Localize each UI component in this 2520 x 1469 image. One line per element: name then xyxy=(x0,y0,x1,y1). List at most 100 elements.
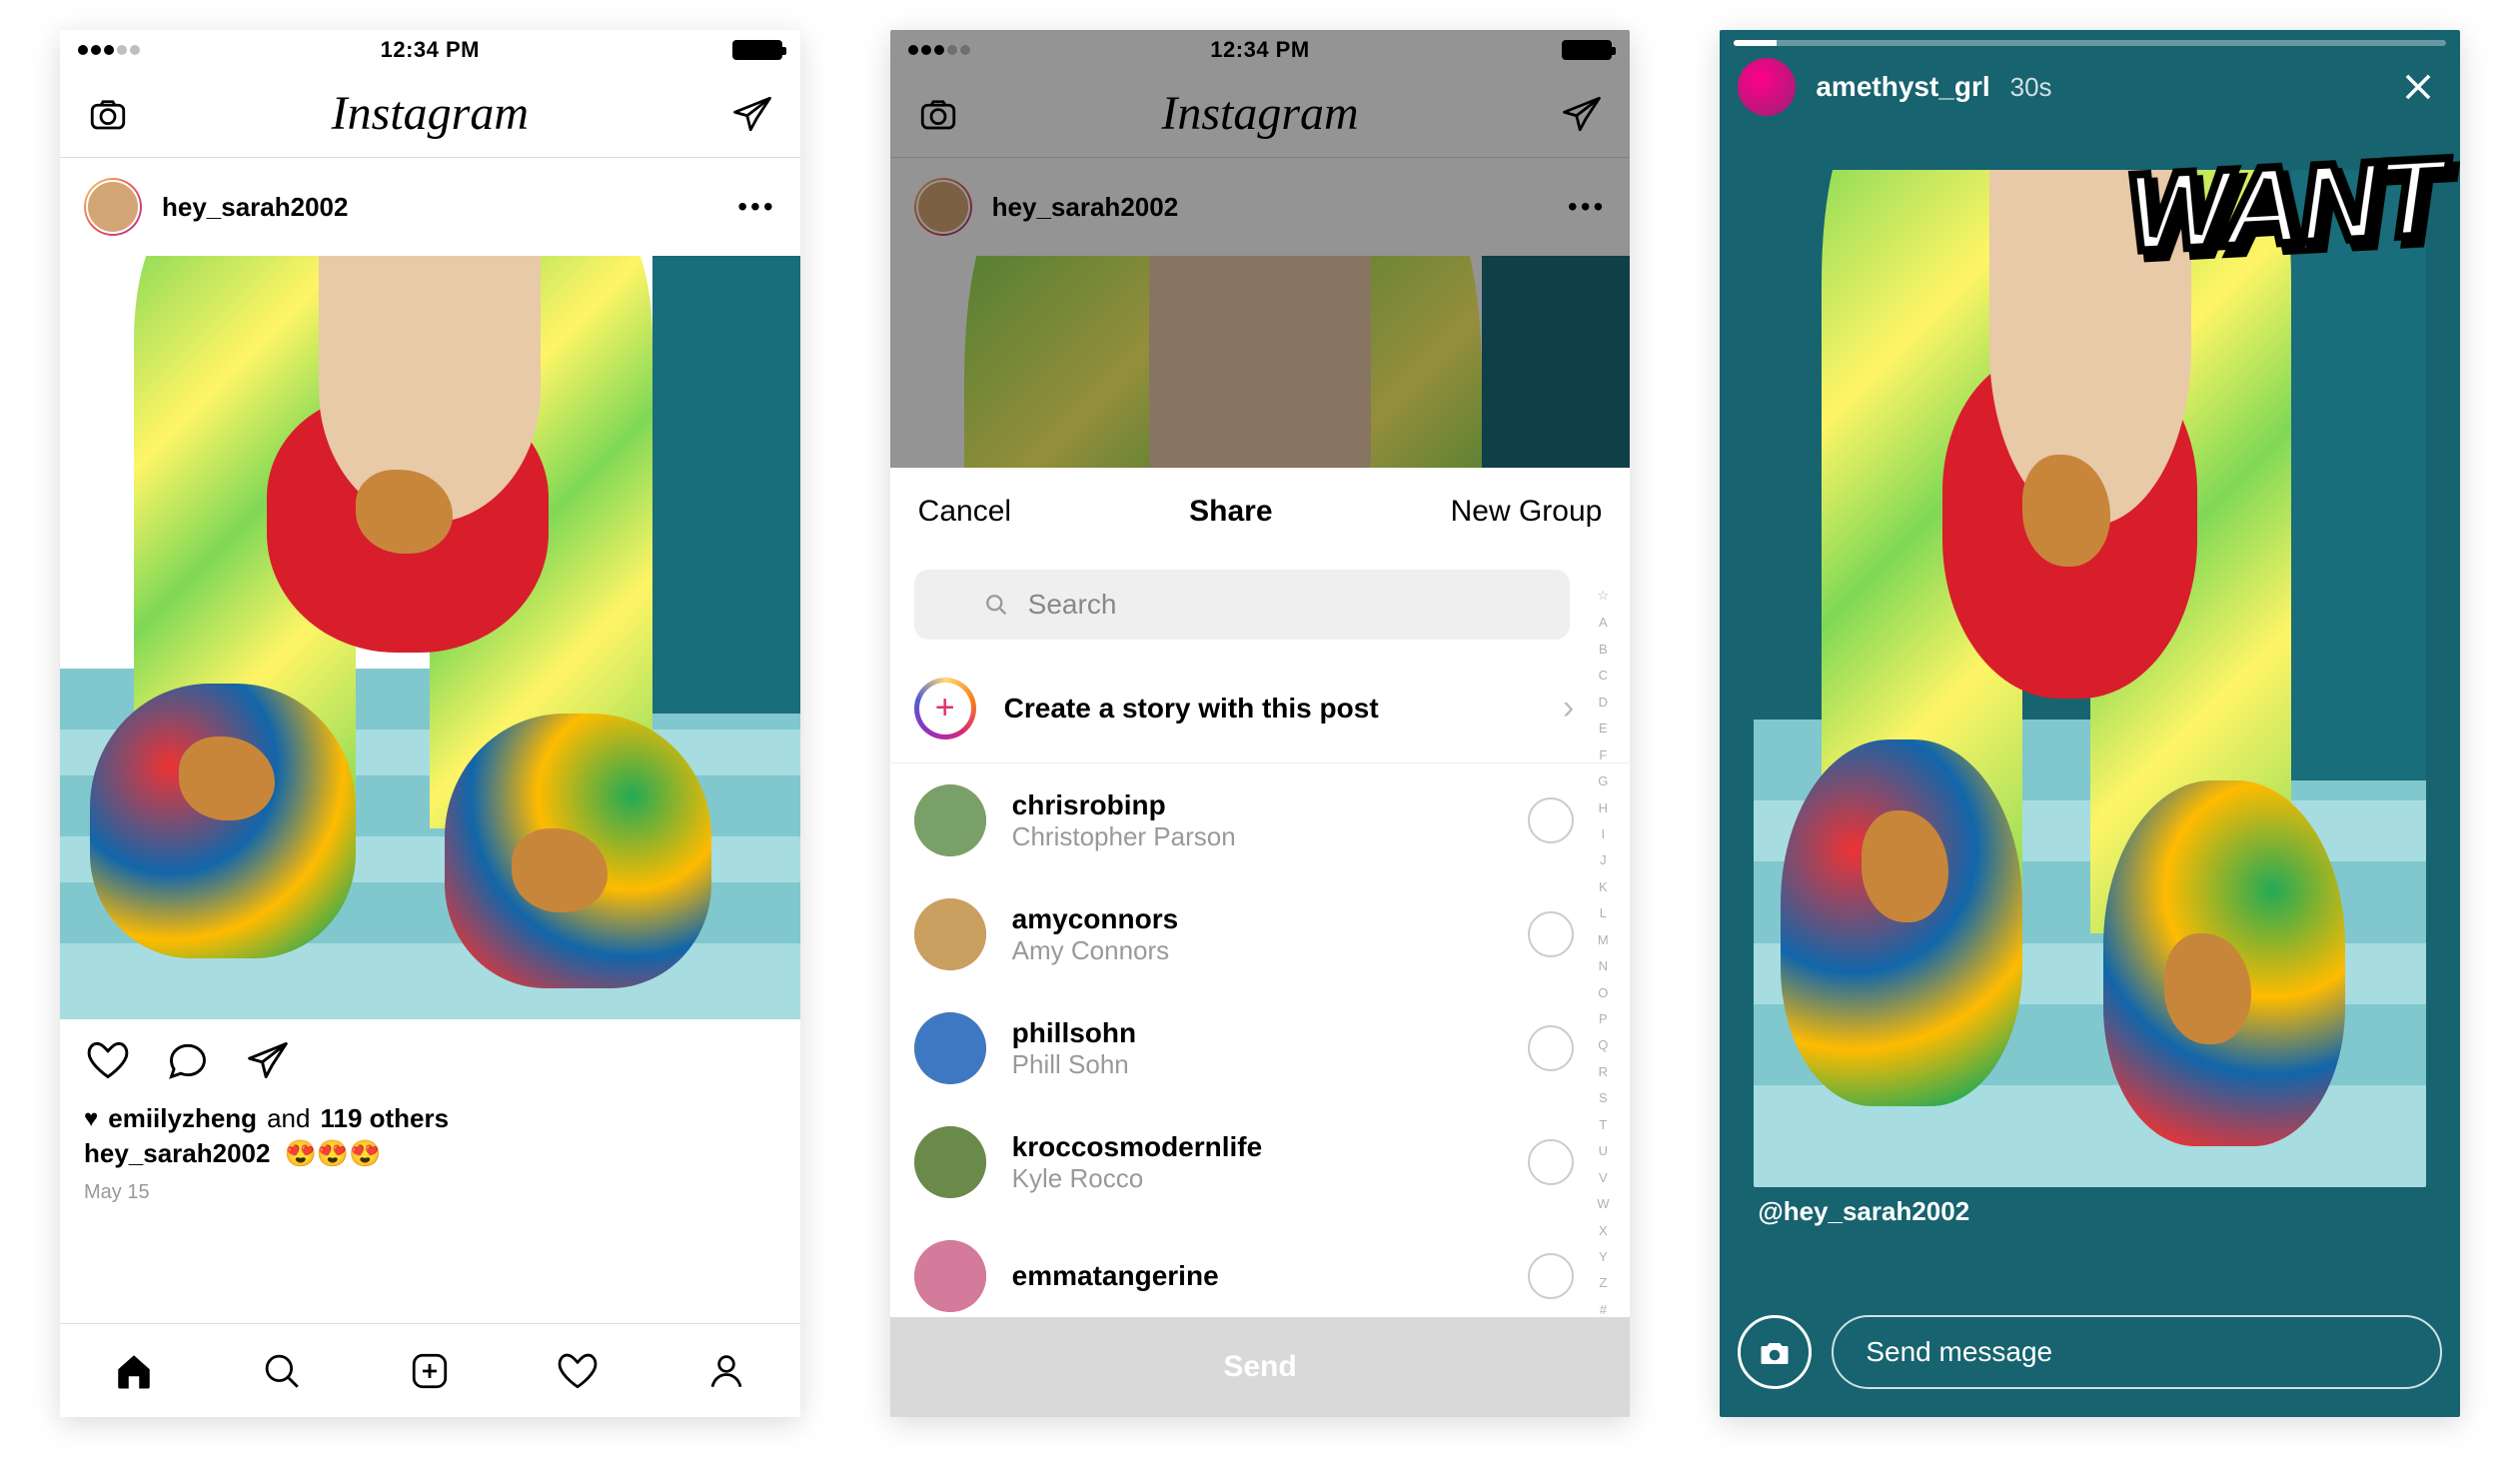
alpha-index-letter[interactable]: K xyxy=(1588,879,1618,894)
send-button[interactable]: Send xyxy=(890,1317,1631,1417)
story-header: amethyst_grl 30s xyxy=(1738,58,2442,116)
search-placeholder: Search xyxy=(1028,589,1117,621)
share-icon[interactable] xyxy=(244,1036,292,1084)
search-input[interactable]: Search xyxy=(914,570,1571,640)
recipient-row[interactable]: amyconnors Amy Connors xyxy=(890,877,1631,991)
alpha-index-letter[interactable]: Z xyxy=(1588,1275,1618,1290)
want-sticker[interactable]: WANT xyxy=(2123,134,2445,277)
create-story-label: Create a story with this post xyxy=(1004,693,1535,725)
new-post-tab-icon[interactable] xyxy=(406,1347,454,1395)
alpha-index-letter[interactable]: Q xyxy=(1588,1037,1618,1052)
message-placeholder: Send message xyxy=(1866,1336,2052,1368)
alpha-index-letter[interactable]: X xyxy=(1588,1223,1618,1238)
top-bar: Instagram xyxy=(60,70,800,158)
select-radio[interactable] xyxy=(1528,1253,1574,1299)
camera-icon[interactable] xyxy=(84,90,132,138)
alpha-index-letter[interactable]: P xyxy=(1588,1011,1618,1026)
status-bar: 12:34 PM xyxy=(60,30,800,70)
select-radio[interactable] xyxy=(1528,797,1574,843)
liked-by-count: 119 others xyxy=(320,1103,449,1134)
search-tab-icon[interactable] xyxy=(258,1347,306,1395)
select-radio[interactable] xyxy=(1528,1025,1574,1071)
signal-dots xyxy=(78,45,140,55)
alpha-index-letter[interactable]: M xyxy=(1588,932,1618,947)
avatar[interactable] xyxy=(1738,58,1796,116)
recipient-fullname: Phill Sohn xyxy=(1012,1049,1503,1080)
heart-solid-icon: ♥ xyxy=(84,1105,98,1133)
caption-username[interactable]: hey_sarah2002 xyxy=(84,1138,270,1169)
story-username[interactable]: amethyst_grl xyxy=(1816,71,1989,103)
direct-message-icon[interactable] xyxy=(728,90,776,138)
alpha-index-letter[interactable]: V xyxy=(1588,1170,1618,1185)
alpha-index-letter[interactable]: E xyxy=(1588,721,1618,735)
recipient-list: chrisrobinp Christopher Parson amyconnor… xyxy=(890,763,1631,1317)
alpha-index-letter[interactable]: O xyxy=(1588,985,1618,1000)
home-tab-icon[interactable] xyxy=(110,1347,158,1395)
battery-icon xyxy=(732,40,782,60)
alpha-index-letter[interactable]: F xyxy=(1588,747,1618,762)
recipient-username: kroccosmodernlife xyxy=(1012,1131,1503,1163)
avatar xyxy=(914,1126,986,1198)
tab-bar xyxy=(60,1323,800,1417)
new-group-button[interactable]: New Group xyxy=(1451,495,1603,529)
alpha-index-letter[interactable]: R xyxy=(1588,1064,1618,1079)
recipient-row[interactable]: chrisrobinp Christopher Parson xyxy=(890,763,1631,877)
alpha-index-letter[interactable]: W xyxy=(1588,1196,1618,1211)
alpha-index-letter[interactable]: H xyxy=(1588,800,1618,815)
phone-share-sheet: 12:34 PM Instagram hey_sarah2002 ••• xyxy=(890,30,1631,1417)
instagram-logo: Instagram xyxy=(332,86,529,141)
alpha-index-letter[interactable]: I xyxy=(1588,826,1618,841)
avatar xyxy=(914,898,986,970)
profile-tab-icon[interactable] xyxy=(702,1347,750,1395)
comment-icon[interactable] xyxy=(164,1036,212,1084)
alpha-index-letter[interactable]: Y xyxy=(1588,1249,1618,1264)
send-message-input[interactable]: Send message xyxy=(1832,1315,2442,1389)
phone-feed: 12:34 PM Instagram hey_sarah2002 ••• xyxy=(60,30,800,1417)
story-content[interactable]: WANT xyxy=(1754,170,2426,1187)
story-time: 30s xyxy=(2010,72,2052,103)
alpha-index-letter[interactable]: S xyxy=(1588,1090,1618,1105)
alpha-index-letter[interactable]: G xyxy=(1588,773,1618,788)
phone-story-viewer: amethyst_grl 30s WANT xyxy=(1720,30,2460,1417)
avatar xyxy=(914,1012,986,1084)
recipient-row[interactable]: kroccosmodernlife Kyle Rocco xyxy=(890,1105,1631,1219)
camera-reply-icon[interactable] xyxy=(1738,1315,1812,1389)
alpha-index-letter[interactable]: J xyxy=(1588,852,1618,867)
alpha-index-letter[interactable]: A xyxy=(1588,615,1618,630)
status-time: 12:34 PM xyxy=(381,37,480,63)
select-radio[interactable] xyxy=(1528,1139,1574,1185)
alpha-index-letter[interactable]: L xyxy=(1588,905,1618,920)
close-icon[interactable] xyxy=(2394,63,2442,111)
share-sheet: Cancel Share New Group Search + Create a… xyxy=(890,468,1631,1417)
alpha-index-letter[interactable]: # xyxy=(1588,1302,1618,1317)
likes-row[interactable]: ♥ emiilyzheng and 119 others xyxy=(60,1101,800,1136)
alpha-index-letter[interactable]: C xyxy=(1588,668,1618,683)
cancel-button[interactable]: Cancel xyxy=(918,495,1011,529)
avatar[interactable] xyxy=(84,178,142,236)
alpha-index-letter[interactable]: U xyxy=(1588,1143,1618,1158)
alpha-index-letter[interactable]: D xyxy=(1588,695,1618,710)
create-story-icon: + xyxy=(914,678,976,739)
alpha-index[interactable]: ☆ ABCDEFGHIJKLMNOPQRSTUVWXYZ # xyxy=(1588,588,1618,1317)
post-header: hey_sarah2002 ••• xyxy=(60,158,800,256)
post-username[interactable]: hey_sarah2002 xyxy=(162,192,348,223)
recipient-row[interactable]: emmatangerine xyxy=(890,1219,1631,1317)
create-story-row[interactable]: + Create a story with this post › xyxy=(890,654,1631,763)
alpha-index-letter[interactable]: N xyxy=(1588,958,1618,973)
alpha-index-letter[interactable]: B xyxy=(1588,642,1618,657)
share-title: Share xyxy=(1189,495,1272,529)
alpha-index-letter[interactable]: T xyxy=(1588,1117,1618,1132)
story-attribution[interactable]: @hey_sarah2002 xyxy=(1758,1196,1969,1227)
select-radio[interactable] xyxy=(1528,911,1574,957)
alpha-index-letter[interactable]: ☆ xyxy=(1588,588,1618,604)
chevron-right-icon: › xyxy=(1563,689,1574,728)
like-icon[interactable] xyxy=(84,1036,132,1084)
post-image[interactable] xyxy=(60,256,800,1019)
activity-tab-icon[interactable] xyxy=(554,1347,602,1395)
caption-row: hey_sarah2002 😍😍😍 xyxy=(60,1136,800,1171)
recipient-fullname: Kyle Rocco xyxy=(1012,1163,1503,1194)
recipient-row[interactable]: phillsohn Phill Sohn xyxy=(890,991,1631,1105)
more-options-icon[interactable]: ••• xyxy=(737,191,775,223)
liked-by-connector: and xyxy=(267,1103,310,1134)
recipient-username: emmatangerine xyxy=(1012,1260,1503,1292)
